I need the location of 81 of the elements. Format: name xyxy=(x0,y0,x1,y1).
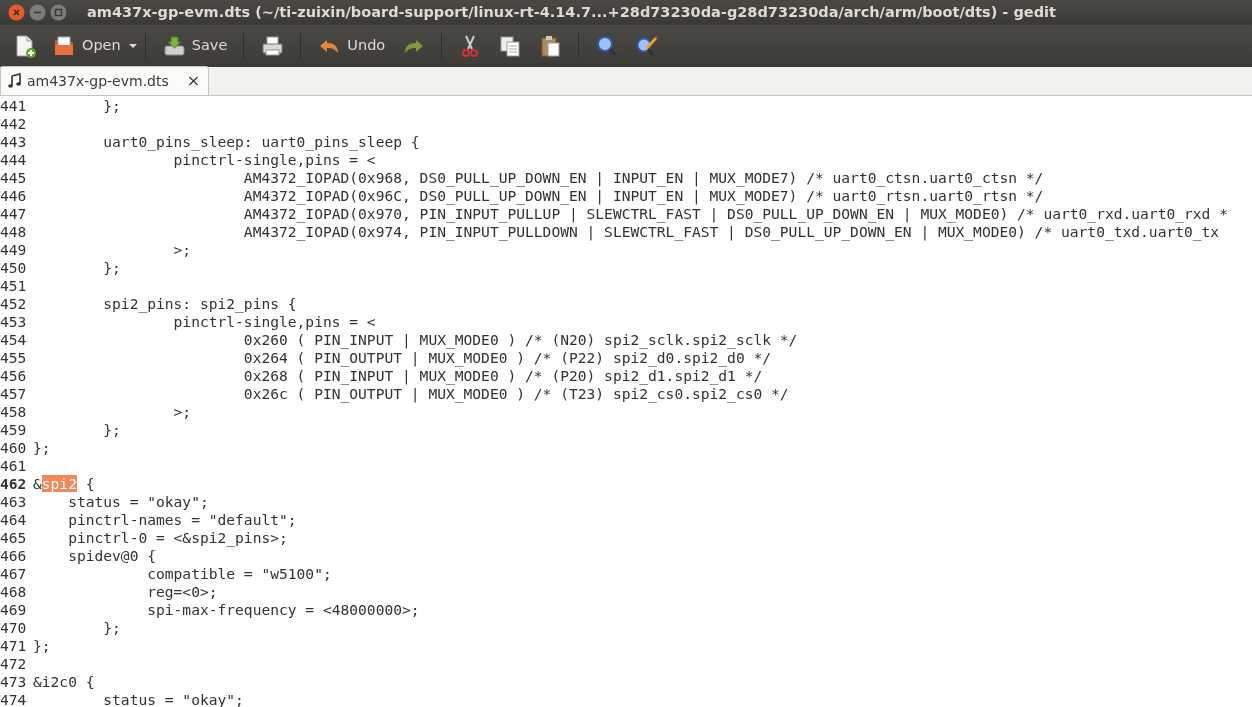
code-line: }; xyxy=(102,619,121,637)
code-line: uart0_pins_sleep: uart0_pins_sleep { xyxy=(102,133,420,151)
find-replace-icon xyxy=(635,34,660,58)
code-line: spi2_pins: spi2_pins { xyxy=(102,295,297,313)
close-tab-button[interactable]: × xyxy=(172,69,201,93)
folder-icon xyxy=(52,34,76,58)
line-number: 458 xyxy=(0,403,28,421)
search-icon xyxy=(595,34,620,58)
copy-icon xyxy=(498,34,523,58)
code-line: pinctrl-names = "default"; xyxy=(67,511,297,529)
line-number: 467 xyxy=(0,565,28,583)
line-number: 443 xyxy=(0,133,28,151)
code-line: reg=<0>; xyxy=(146,583,218,601)
tab-label: am437x-gp-evm.dts xyxy=(27,71,169,91)
music-note-icon xyxy=(7,73,23,89)
window-title: am437x-gp-evm.dts (~/ti-zuixin/board-support/linux-rt-4.14.7...+28d73230da-g28d73230da/arch/arm/boot/dts) - gedit xyxy=(87,2,1056,22)
code-line: 0x264 ( PIN_OUTPUT | MUX_MODE0 ) /* (P22) spi2_d0.spi2_d0 */ xyxy=(242,349,772,367)
printer-icon xyxy=(260,34,285,58)
code-line: AM4372_IOPAD(0x974, PIN_INPUT_PULLDOWN | SLEWCTRL_FAST | DS0_PULL_UP_DOWN_EN | MUX_MODE0) /* uart0_txd.uart0_tx xyxy=(242,223,1220,241)
line-number: 470 xyxy=(0,619,28,637)
line-number: 460 xyxy=(0,439,28,457)
line-number: 453 xyxy=(0,313,28,331)
line-number: 461 xyxy=(0,457,28,475)
code-line: status = "okay"; xyxy=(67,493,209,511)
code-line: 0x268 ( PIN_INPUT | MUX_MODE0 ) /* (P20) spi2_d1.spi2_d1 */ xyxy=(242,367,763,385)
code-line: AM4372_IOPAD(0x968, DS0_PULL_UP_DOWN_EN | INPUT_EN | MUX_MODE7) /* uart0_ctsn.uart0_ctsn */ xyxy=(242,169,1044,187)
code-line: compatible = "w5100"; xyxy=(146,565,332,583)
line-number: 474 xyxy=(0,691,28,707)
close-icon[interactable] xyxy=(8,4,25,21)
line-number: 446 xyxy=(0,187,28,205)
minimize-icon[interactable] xyxy=(29,4,46,21)
maximize-icon[interactable] xyxy=(50,4,67,21)
line-number: 451 xyxy=(0,277,28,295)
code-line: }; xyxy=(33,637,51,655)
line-number: 442 xyxy=(0,115,28,133)
save-icon xyxy=(161,34,186,58)
line-number: 449 xyxy=(0,241,28,259)
line-number: 472 xyxy=(0,655,28,673)
code-line: }; xyxy=(33,439,51,457)
line-number: 462 xyxy=(0,475,28,493)
line-number: 441 xyxy=(0,97,28,115)
code-line: pinctrl-single,pins = < xyxy=(172,151,376,169)
line-number: 452 xyxy=(0,295,28,313)
code-line: }; xyxy=(102,97,121,115)
code-line: >; xyxy=(172,241,192,259)
code-line: pinctrl-0 = <&spi2_pins>; xyxy=(67,529,288,547)
code-line: pinctrl-single,pins = < xyxy=(172,313,376,331)
line-number: 471 xyxy=(0,637,28,655)
line-number: 445 xyxy=(0,169,28,187)
code-line: AM4372_IOPAD(0x970, PIN_INPUT_PULLUP | SLEWCTRL_FAST | DS0_PULL_UP_DOWN_EN | MUX_MODE0) /* uart0_rxd.uart0_rxd * xyxy=(242,205,1228,223)
code-line: 0x26c ( PIN_OUTPUT | MUX_MODE0 ) /* (T23) spi2_cs0.spi2_cs0 */ xyxy=(242,385,789,403)
line-number: 464 xyxy=(0,511,28,529)
code-line: 0x260 ( PIN_INPUT | MUX_MODE0 ) /* (N20) spi2_sclk.spi2_sclk */ xyxy=(242,331,798,349)
line-number: 468 xyxy=(0,583,28,601)
line-number: 469 xyxy=(0,601,28,619)
line-number: 465 xyxy=(0,529,28,547)
code-line: }; xyxy=(102,421,121,439)
line-number: 444 xyxy=(0,151,28,169)
undo-button[interactable]: Undo xyxy=(313,28,390,64)
code-line: spi-max-frequency = <48000000>; xyxy=(146,601,420,619)
code-line: &i2c0 { xyxy=(33,673,95,691)
line-number: 457 xyxy=(0,385,28,403)
line-number: 447 xyxy=(0,205,28,223)
line-number: 454 xyxy=(0,331,28,349)
line-number: 466 xyxy=(0,547,28,565)
code-line: spidev@0 { xyxy=(67,547,156,565)
code-line: AM4372_IOPAD(0x96C, DS0_PULL_UP_DOWN_EN | INPUT_EN | MUX_MODE7) /* uart0_rtsn.uart0_rtsn */ xyxy=(242,187,1044,205)
caret-icon xyxy=(128,44,137,48)
code-line: >; xyxy=(172,403,192,421)
line-number: 473 xyxy=(0,673,28,691)
line-number: 463 xyxy=(0,493,28,511)
clipboard-icon xyxy=(538,34,563,58)
code-line: }; xyxy=(102,259,121,277)
file-tab[interactable]: am437x-gp-evm.dts × xyxy=(0,66,210,95)
line-number: 459 xyxy=(0,421,28,439)
save-button[interactable]: Save xyxy=(157,28,232,64)
line-number: 455 xyxy=(0,349,28,367)
line-number: 450 xyxy=(0,259,28,277)
line-number: 456 xyxy=(0,367,28,385)
open-button[interactable]: Open xyxy=(48,28,125,64)
line-number: 448 xyxy=(0,223,28,241)
